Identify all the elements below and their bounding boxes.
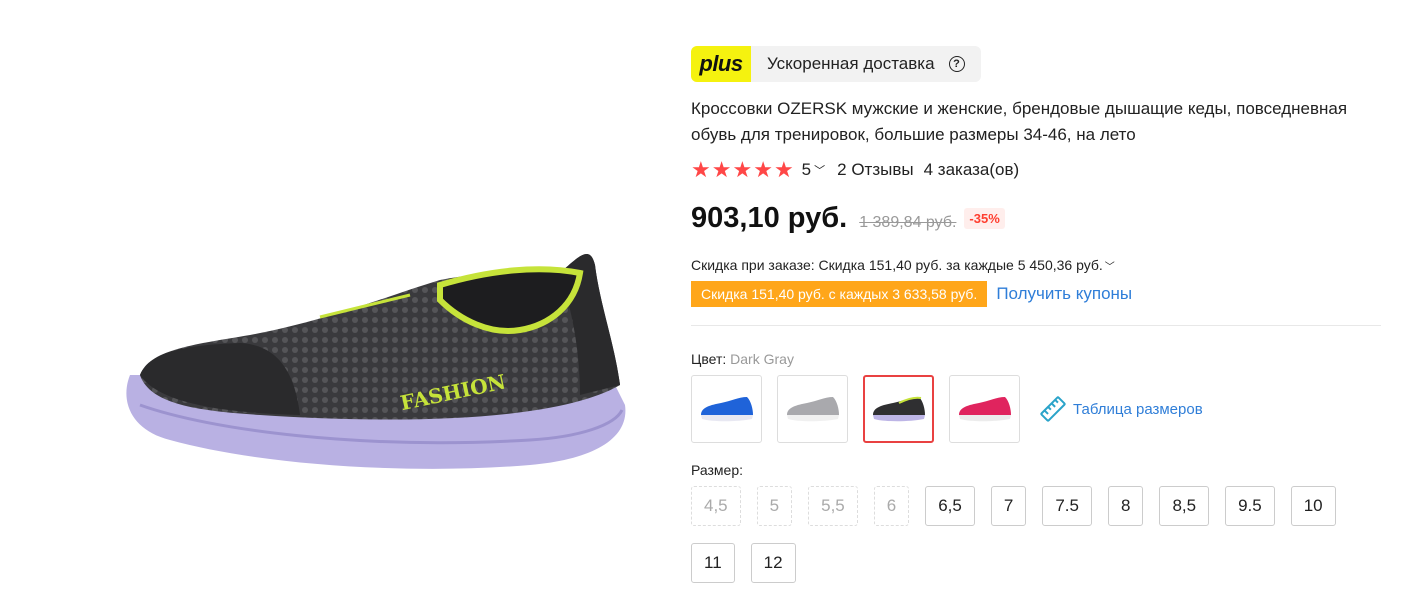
shoe-thumbnail — [958, 397, 1011, 422]
color-swatch-gray[interactable] — [777, 375, 848, 443]
chevron-down-icon: ﹀ — [1104, 261, 1115, 273]
color-label-text: Цвет: — [691, 351, 731, 367]
size-option[interactable]: 12 — [750, 543, 796, 583]
color-label: Цвет: Dark Gray — [691, 351, 1391, 367]
size-option[interactable]: 8,5 — [1159, 486, 1210, 526]
color-swatch-blue[interactable] — [691, 375, 762, 443]
shoe-thumbnail — [872, 396, 925, 422]
size-label: Размер: — [691, 462, 744, 478]
reviews-link[interactable]: 2 Отзывы — [837, 160, 913, 180]
size-options: 4,5 5 5,5 6 6,5 7 7.5 8 8,5 9.5 10 11 12 — [691, 486, 1391, 600]
size-option[interactable]: 11 — [691, 543, 735, 583]
order-discount[interactable]: Скидка при заказе: Скидка 151,40 руб. за… — [691, 257, 1391, 273]
rating-stars: ★ ★ ★ ★ ★ — [691, 159, 794, 181]
star-icon: ★ — [773, 157, 794, 182]
star-icon: ★ — [753, 157, 773, 182]
size-chart-label: Таблица размеров — [1073, 400, 1203, 418]
order-discount-text: Скидка при заказе: Скидка 151,40 руб. за… — [691, 257, 1103, 273]
size-option[interactable]: 7.5 — [1042, 486, 1092, 526]
chevron-down-icon[interactable]: ﹀ — [814, 162, 825, 178]
price-row: 903,10 руб. 1 389,84 руб. -35% — [691, 202, 1391, 235]
old-price: 1 389,84 руб. — [859, 214, 957, 231]
selected-color-name: Dark Gray — [730, 351, 794, 367]
product-title: Кроссовки OZERSK мужские и женские, брен… — [691, 99, 1348, 144]
get-coupons-link[interactable]: Получить купоны — [996, 284, 1132, 304]
star-icon: ★ — [711, 157, 732, 182]
size-option[interactable]: 5,5 — [808, 486, 858, 526]
plus-delivery-bar[interactable]: plus Ускоренная доставка ? — [691, 46, 981, 82]
product-info: plus Ускоренная доставка ? Кроссовки OZE… — [691, 46, 1391, 600]
discount-badge: -35% — [964, 208, 1005, 229]
color-swatches: Таблица размеров — [691, 375, 1391, 443]
size-option[interactable]: 8 — [1107, 486, 1144, 526]
rating-row: ★ ★ ★ ★ ★ 5 ﹀ 2 Отзывы 4 заказа(ов) — [691, 157, 1391, 183]
size-chart-link[interactable]: Таблица размеров — [1039, 395, 1203, 423]
rating-value: 5 — [801, 160, 812, 179]
size-option[interactable]: 4,5 — [691, 486, 741, 526]
size-option[interactable]: 6 — [873, 486, 910, 526]
size-option[interactable]: 10 — [1290, 486, 1336, 526]
size-option[interactable]: 7 — [990, 486, 1027, 526]
size-option[interactable]: 5 — [756, 486, 793, 526]
question-circle-icon[interactable]: ? — [948, 56, 965, 72]
size-option[interactable]: 9.5 — [1225, 486, 1275, 526]
plus-delivery-label: Ускоренная доставка — [767, 54, 935, 73]
star-icon: ★ — [691, 157, 711, 182]
shoe-thumbnail — [786, 397, 839, 422]
star-icon: ★ — [732, 157, 753, 182]
coupon-row: Скидка 151,40 руб. с каждых 3 633,58 руб… — [691, 281, 1391, 307]
color-swatch-rose[interactable] — [949, 375, 1020, 443]
current-price: 903,10 руб. — [691, 202, 848, 234]
product-main-image[interactable]: FASHION — [110, 225, 640, 515]
shoe-thumbnail — [700, 397, 753, 422]
divider — [691, 325, 1381, 326]
ruler-icon — [1040, 396, 1066, 422]
orders-count: 4 заказа(ов) — [923, 160, 1020, 179]
coupon-tag: Скидка 151,40 руб. с каждых 3 633,58 руб… — [691, 281, 988, 307]
color-swatch-dark-gray[interactable] — [863, 375, 934, 443]
shoe-image: FASHION — [126, 253, 626, 469]
plus-logo: plus — [691, 46, 751, 82]
size-option[interactable]: 6,5 — [925, 486, 975, 526]
